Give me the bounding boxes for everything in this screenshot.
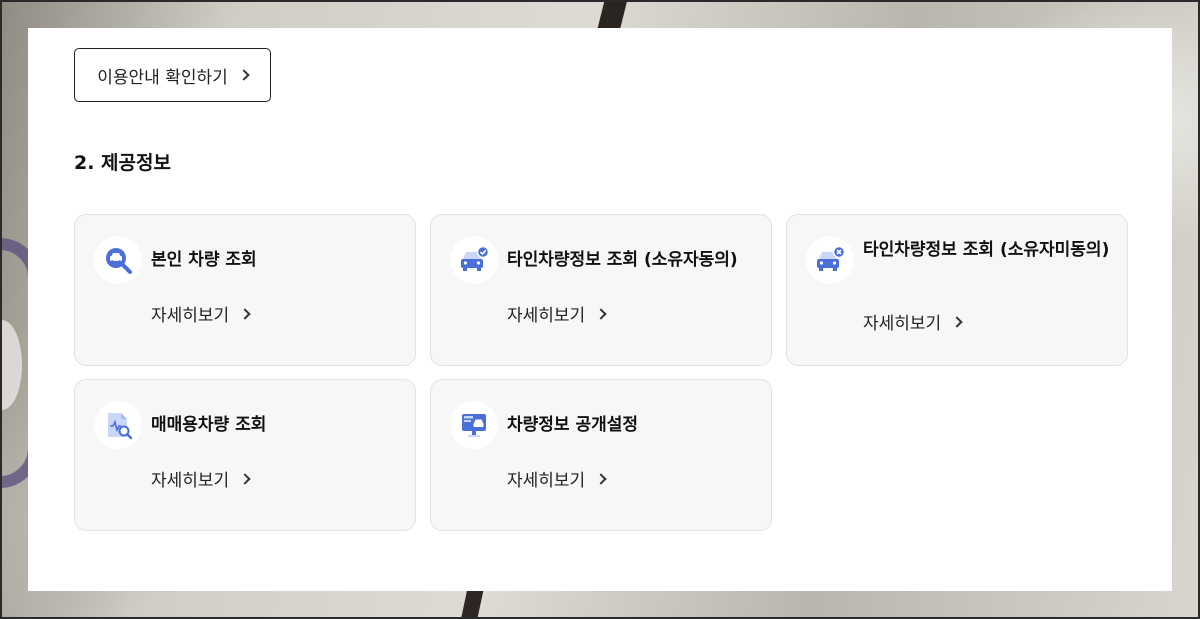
- chevron-right-icon: [951, 315, 963, 328]
- card-title: 본인 차량 조회: [151, 250, 257, 270]
- card-other-vehicle-no-consent[interactable]: 타인차량정보 조회 (소유자미동의) 자세히보기: [786, 214, 1128, 366]
- details-link[interactable]: 자세히보기: [507, 301, 607, 326]
- car-check-icon: [450, 236, 498, 284]
- details-link-label: 자세히보기: [507, 471, 586, 491]
- car-x-icon: [806, 236, 854, 284]
- chevron-right-icon: [239, 472, 251, 485]
- card-other-vehicle-consent[interactable]: 타인차량정보 조회 (소유자동의) 자세히보기: [430, 214, 772, 366]
- details-link-label: 자세히보기: [507, 306, 586, 326]
- usage-guide-button[interactable]: 이용안내 확인하기: [74, 48, 271, 102]
- card-title: 타인차량정보 조회 (소유자미동의): [863, 240, 1110, 260]
- card-own-vehicle[interactable]: 본인 차량 조회 자세히보기: [74, 214, 416, 366]
- details-link[interactable]: 자세히보기: [507, 466, 607, 491]
- search-car-icon: [94, 236, 142, 284]
- card-info-disclosure-settings[interactable]: 차량정보 공개설정 자세히보기: [430, 379, 772, 531]
- details-link[interactable]: 자세히보기: [151, 466, 251, 491]
- details-link[interactable]: 자세히보기: [863, 309, 963, 334]
- details-link-label: 자세히보기: [151, 471, 230, 491]
- chevron-right-icon: [239, 307, 251, 320]
- chevron-right-icon: [595, 472, 607, 485]
- details-link[interactable]: 자세히보기: [151, 301, 251, 326]
- content-panel: 이용안내 확인하기 2. 제공정보 본인 차량 조회 자세히보기 타인차량정보 …: [28, 28, 1172, 591]
- details-link-label: 자세히보기: [151, 306, 230, 326]
- chevron-right-icon: [595, 307, 607, 320]
- document-search-icon: [94, 401, 142, 449]
- chevron-right-icon: [238, 69, 250, 81]
- usage-guide-label: 이용안내 확인하기: [97, 67, 228, 88]
- monitor-car-icon: [450, 401, 498, 449]
- card-sale-vehicle[interactable]: 매매용차량 조회 자세히보기: [74, 379, 416, 531]
- section-title: 2. 제공정보: [74, 152, 171, 174]
- details-link-label: 자세히보기: [863, 314, 942, 334]
- card-title: 매매용차량 조회: [151, 415, 267, 435]
- card-title: 차량정보 공개설정: [507, 415, 639, 435]
- card-title: 타인차량정보 조회 (소유자동의): [507, 250, 738, 270]
